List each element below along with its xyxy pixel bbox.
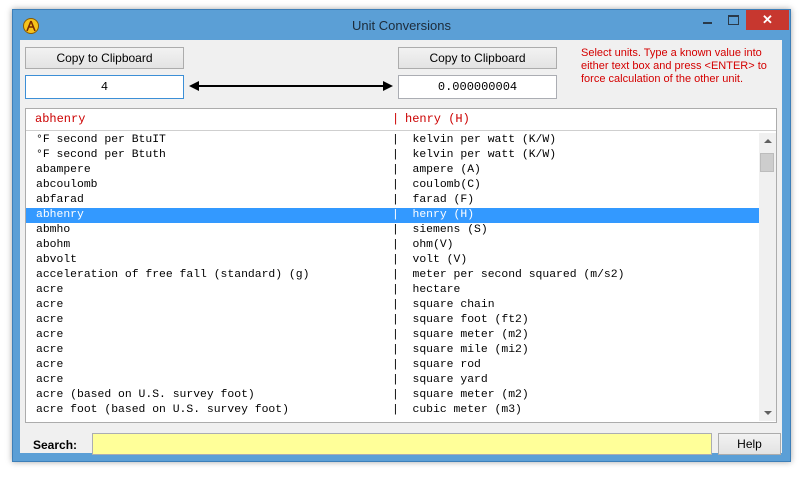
header-separator: |	[392, 112, 400, 126]
from-unit-cell: acceleration of free fall (standard) (g)	[36, 269, 310, 281]
search-label: Search:	[33, 438, 78, 452]
from-unit-cell: acre	[36, 314, 64, 326]
list-item[interactable]: °F second per Btuth | kelvin per watt (K/…	[26, 148, 759, 163]
to-unit-cell: | meter per second squared (m/s2)	[392, 269, 625, 281]
to-unit-cell: | square chain	[392, 299, 495, 311]
title-bar[interactable]: Unit Conversions ✕	[13, 10, 790, 40]
to-unit-cell: | square meter (m2)	[392, 329, 529, 341]
list-item[interactable]: acre | hectare	[26, 283, 759, 298]
to-unit-cell: | siemens (S)	[392, 224, 488, 236]
list-item[interactable]: acre | square foot (ft2)	[26, 313, 759, 328]
from-unit-cell: acre	[36, 359, 64, 371]
from-unit-cell: °F second per BtuIT	[36, 134, 166, 146]
maximize-button[interactable]	[720, 10, 746, 30]
unit-list[interactable]: °F second per BtuIT | kelvin per watt (K/…	[26, 133, 759, 421]
list-item[interactable]: abcoulomb | coulomb(C)	[26, 178, 759, 193]
scroll-thumb[interactable]	[760, 153, 774, 172]
from-unit-cell: acre foot (based on U.S. survey foot)	[36, 404, 289, 416]
from-value-input[interactable]: 4	[25, 75, 184, 99]
scroll-up-icon[interactable]	[759, 133, 776, 149]
from-unit-cell: abampere	[36, 164, 91, 176]
to-unit-cell: | square yard	[392, 374, 488, 386]
from-unit-cell: acre	[36, 329, 64, 341]
client-area: Copy to Clipboard Copy to Clipboard 4 0.…	[20, 40, 782, 455]
instructions-text: Select units. Type a known value into ei…	[581, 47, 767, 85]
list-item[interactable]: abmho | siemens (S)	[26, 223, 759, 238]
close-icon: ✕	[762, 12, 773, 27]
list-item[interactable]: acre | square mile (mi2)	[26, 343, 759, 358]
from-unit-cell: acre	[36, 374, 64, 386]
list-item[interactable]: acre foot (based on U.S. survey foot) | c…	[26, 403, 759, 418]
close-button[interactable]: ✕	[746, 10, 789, 30]
to-unit-cell: | ohm(V)	[392, 239, 454, 251]
to-unit-cell: | square meter (m2)	[392, 389, 529, 401]
to-value-input[interactable]: 0.000000004	[398, 75, 557, 99]
list-item[interactable]: abampere | ampere (A)	[26, 163, 759, 178]
list-item[interactable]: acre | square meter (m2)	[26, 328, 759, 343]
to-unit-cell: | ampere (A)	[392, 164, 481, 176]
list-item[interactable]: acceleration of free fall (standard) (g)…	[26, 268, 759, 283]
window-title: Unit Conversions	[352, 18, 451, 33]
list-item[interactable]: acre | square rod	[26, 358, 759, 373]
from-unit-cell: acre	[36, 284, 64, 296]
copy-right-button[interactable]: Copy to Clipboard	[398, 47, 557, 69]
from-unit-cell: abfarad	[36, 194, 84, 206]
to-unit-cell: | farad (F)	[392, 194, 475, 206]
list-item[interactable]: °F second per BtuIT | kelvin per watt (K/…	[26, 133, 759, 148]
double-arrow-icon	[189, 81, 393, 91]
from-unit-cell: acre	[36, 344, 64, 356]
to-unit-label: henry (H)	[405, 112, 470, 126]
to-unit-cell: | volt (V)	[392, 254, 468, 266]
list-item[interactable]: abohm | ohm(V)	[26, 238, 759, 253]
scroll-down-icon[interactable]	[759, 405, 776, 421]
to-unit-cell: | square rod	[392, 359, 481, 371]
from-unit-label: abhenry	[35, 112, 86, 126]
list-item[interactable]: acre (based on U.S. survey foot) | square…	[26, 388, 759, 403]
to-unit-cell: | square foot (ft2)	[392, 314, 529, 326]
list-item[interactable]: acre | square yard	[26, 373, 759, 388]
list-item[interactable]: abvolt | volt (V)	[26, 253, 759, 268]
to-unit-cell: | coulomb(C)	[392, 179, 481, 191]
from-unit-cell: abcoulomb	[36, 179, 98, 191]
vertical-scrollbar[interactable]	[759, 133, 776, 421]
to-unit-cell: | henry (H)	[392, 209, 475, 221]
from-unit-cell: acre	[36, 299, 64, 311]
app-window: Unit Conversions ✕ Copy to Clipboard Cop…	[12, 9, 791, 462]
to-unit-cell: | square mile (mi2)	[392, 344, 529, 356]
selected-units-header: abhenry | henry (H)	[26, 109, 776, 131]
list-item[interactable]: acre | square chain	[26, 298, 759, 313]
to-unit-cell: | kelvin per watt (K/W)	[392, 134, 557, 146]
to-unit-cell: | kelvin per watt (K/W)	[392, 149, 557, 161]
to-unit-cell: | cubic meter (m3)	[392, 404, 522, 416]
help-button[interactable]: Help	[718, 433, 781, 455]
list-item[interactable]: abhenry | henry (H)	[26, 208, 759, 223]
copy-left-button[interactable]: Copy to Clipboard	[25, 47, 184, 69]
from-unit-cell: abhenry	[36, 209, 84, 221]
from-unit-cell: acre (based on U.S. survey foot)	[36, 389, 255, 401]
unit-list-panel: abhenry | henry (H) °F second per BtuIT |…	[25, 108, 777, 423]
from-unit-cell: abohm	[36, 239, 71, 251]
from-unit-cell: abvolt	[36, 254, 78, 266]
to-unit-cell: | hectare	[392, 284, 461, 296]
from-unit-cell: °F second per Btuth	[36, 149, 166, 161]
search-input[interactable]	[92, 433, 712, 455]
minimize-button[interactable]	[694, 10, 720, 30]
list-item[interactable]: abfarad | farad (F)	[26, 193, 759, 208]
from-unit-cell: abmho	[36, 224, 71, 236]
